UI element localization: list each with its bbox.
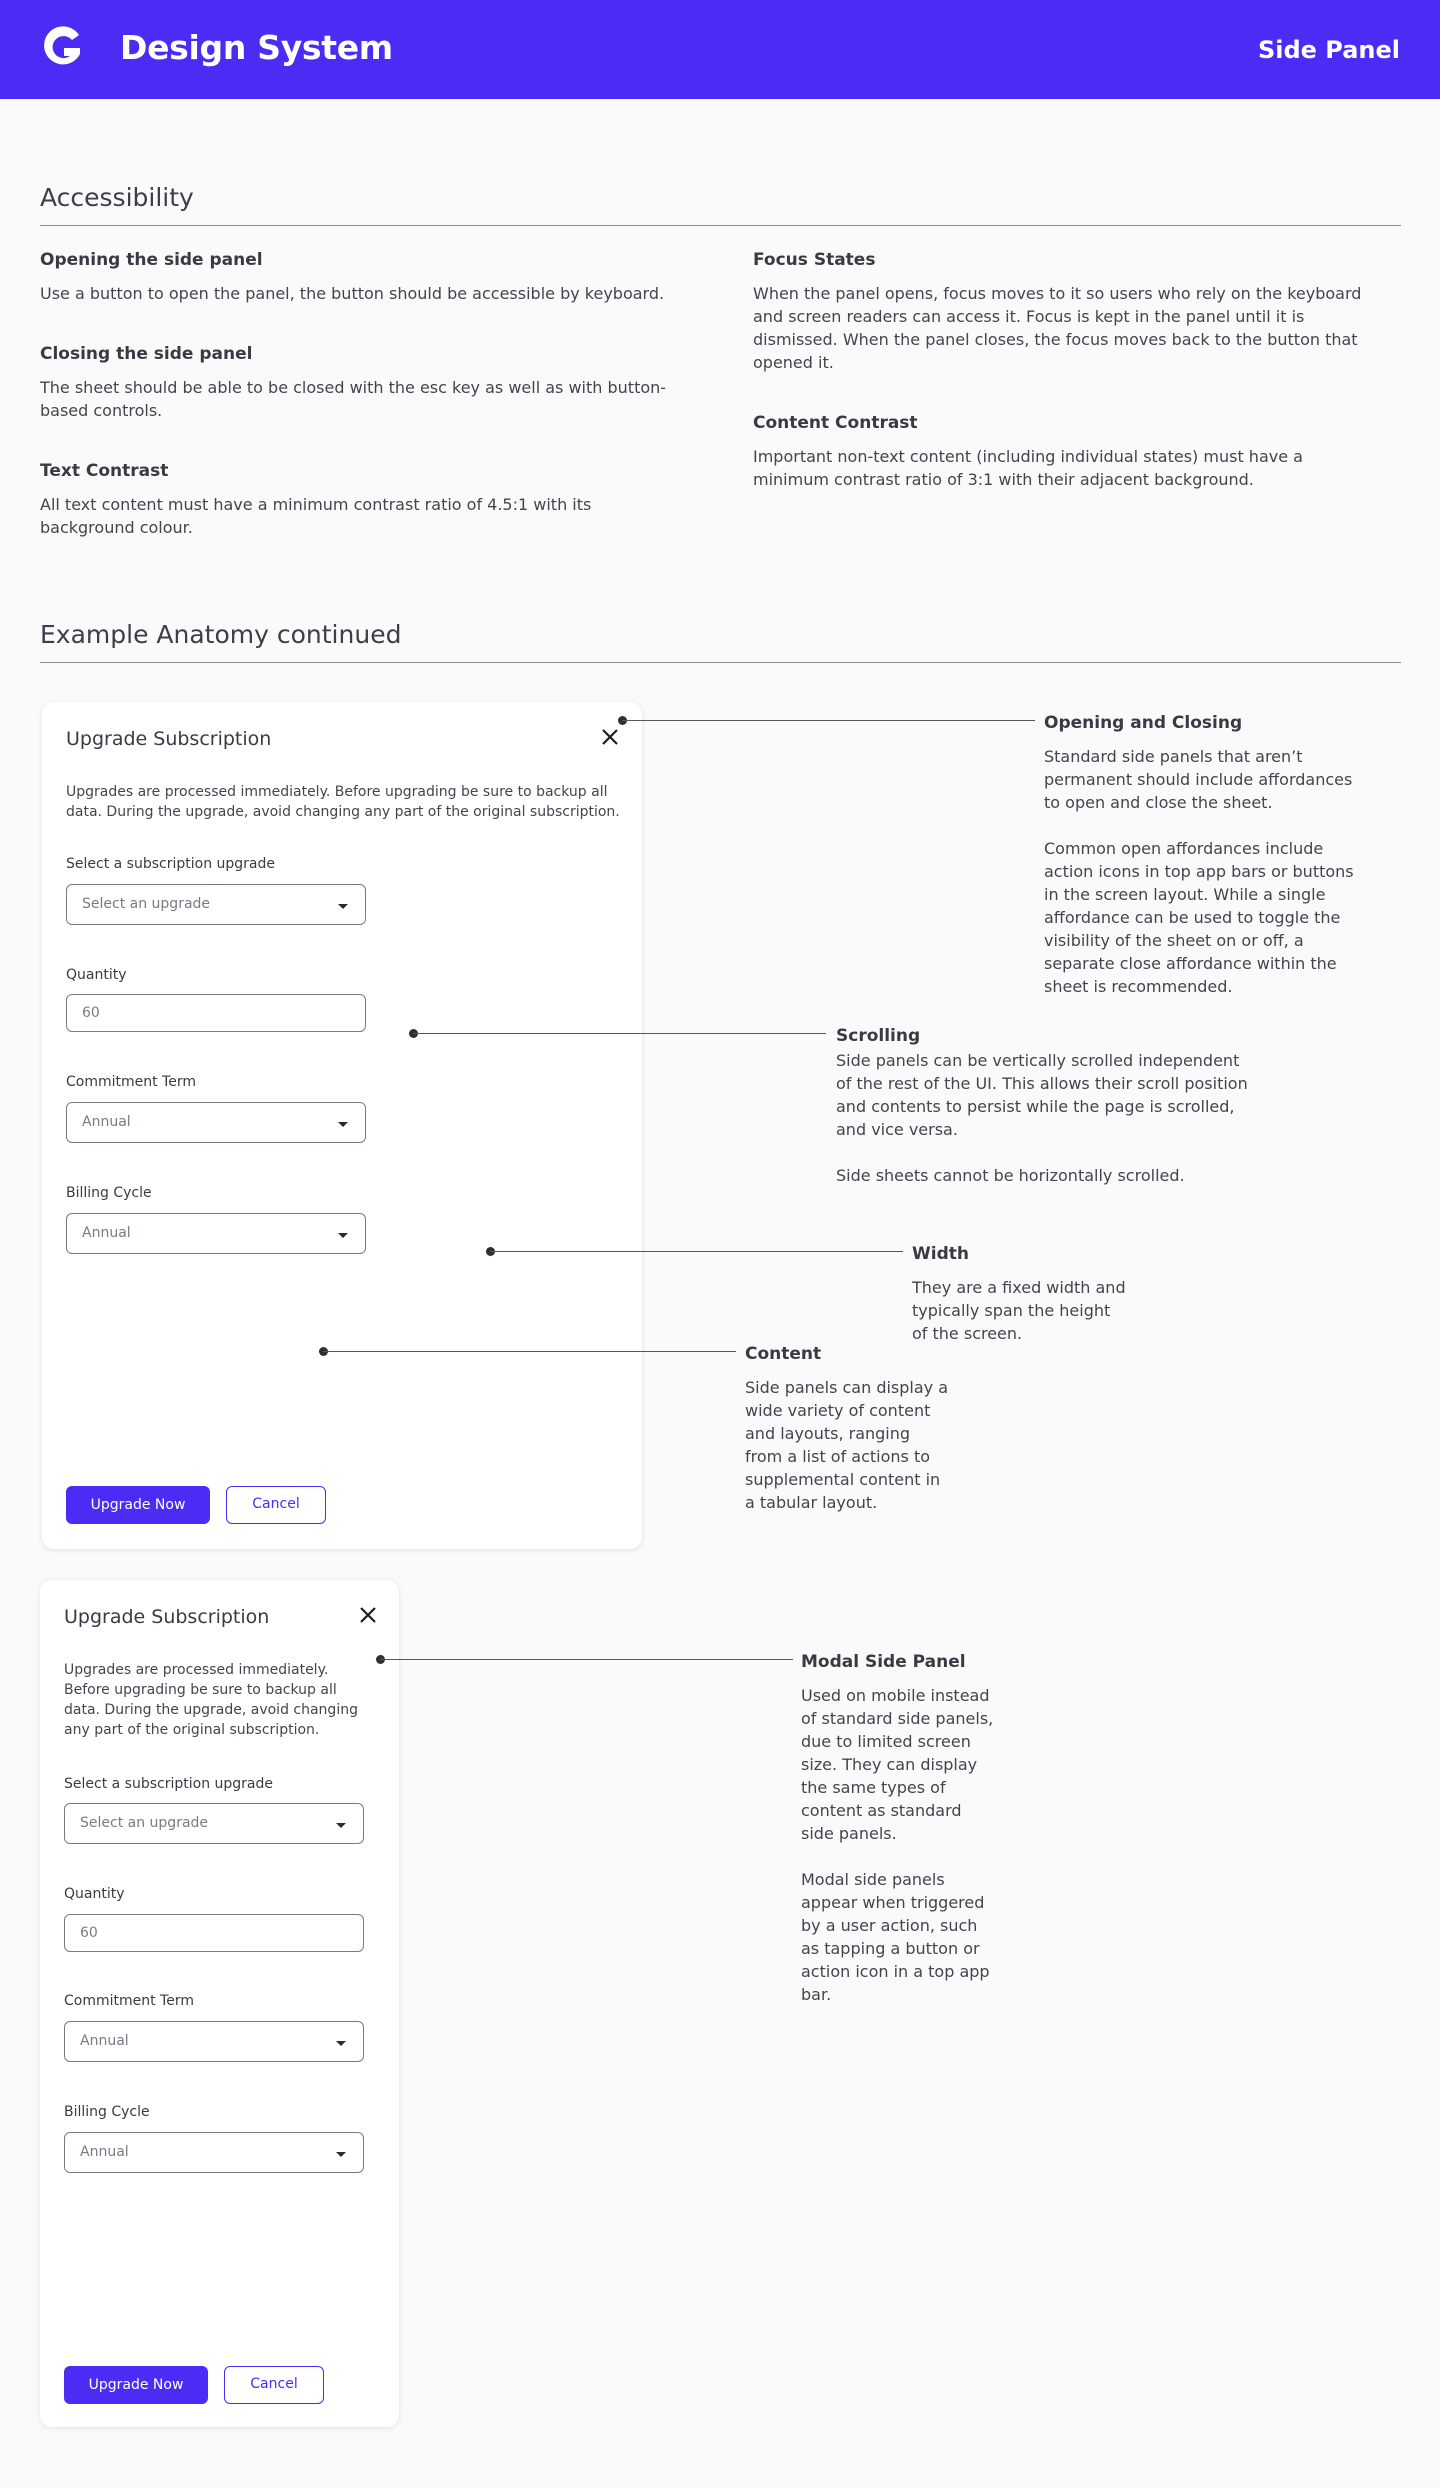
- section-divider: [40, 225, 1401, 226]
- annotation-body-width: They are a fixed width and typically spa…: [912, 1278, 1126, 1343]
- upgrade-select-value: Select an upgrade: [82, 896, 211, 912]
- acc-body-closing: The sheet should be able to be closed wi…: [40, 378, 667, 420]
- annotation-line: [323, 1351, 736, 1352]
- panel-intro-text: Upgrades are processed immediately. Befo…: [64, 1662, 358, 1738]
- panel-title: Upgrade Subscription: [66, 728, 272, 750]
- field-label-commitment-term: Commitment Term: [64, 1993, 194, 2009]
- brand-title[interactable]: Design System: [120, 28, 393, 67]
- billing-cycle-select[interactable]: Annual: [66, 1213, 366, 1254]
- upgrade-select[interactable]: Select an upgrade: [64, 1803, 364, 1844]
- panel-title: Upgrade Subscription: [64, 1606, 270, 1628]
- acc-heading-content-contrast: Content Contrast: [753, 413, 918, 433]
- panel-intro-text: Upgrades are processed immediately. Befo…: [66, 784, 620, 820]
- field-label-quantity: Quantity: [64, 1886, 125, 1902]
- side-panel-standard: Upgrade Subscription Upgrades are proces…: [42, 702, 642, 1549]
- acc-heading-focus-states: Focus States: [753, 250, 876, 270]
- commitment-term-select[interactable]: Annual: [66, 1102, 366, 1143]
- caret-down-icon: [338, 1122, 348, 1127]
- g-logo-icon[interactable]: [39, 26, 83, 72]
- annotation-heading-modal-side-panel: Modal Side Panel: [801, 1652, 966, 1672]
- field-label-upgrade: Select a subscription upgrade: [66, 856, 275, 872]
- caret-down-icon: [336, 1823, 346, 1828]
- field-label-quantity: Quantity: [66, 967, 127, 983]
- commitment-term-value: Annual: [82, 1114, 131, 1130]
- annotation-heading-width: Width: [912, 1244, 969, 1264]
- page-title: Side Panel: [1257, 36, 1400, 64]
- upgrade-now-button[interactable]: Upgrade Now: [66, 1486, 210, 1524]
- quantity-value: 60: [80, 1925, 98, 1941]
- field-label-billing-cycle: Billing Cycle: [66, 1185, 152, 1201]
- anatomy-title: Example Anatomy continued: [40, 620, 402, 649]
- acc-heading-closing: Closing the side panel: [40, 344, 253, 364]
- acc-heading-opening: Opening the side panel: [40, 250, 263, 270]
- section-divider: [40, 662, 1401, 663]
- annotation-heading-scrolling: Scrolling: [836, 1026, 921, 1046]
- cancel-button[interactable]: Cancel: [226, 1486, 326, 1524]
- side-panel-modal: Upgrade Subscription Upgrades are proces…: [40, 1580, 399, 2427]
- acc-body-opening: Use a button to open the panel, the butt…: [40, 284, 665, 303]
- commitment-term-select[interactable]: Annual: [64, 2021, 364, 2062]
- close-icon[interactable]: [599, 726, 621, 748]
- caret-down-icon: [338, 1233, 348, 1238]
- annotation-heading-content: Content: [745, 1344, 822, 1364]
- acc-body-content-contrast: Important non-text content (including in…: [753, 447, 1303, 489]
- annotation-line: [413, 1033, 826, 1034]
- billing-cycle-value: Annual: [80, 2144, 129, 2160]
- annotation-heading-opening-closing: Opening and Closing: [1044, 713, 1243, 733]
- quantity-input[interactable]: 60: [64, 1914, 364, 1952]
- annotation-body-scrolling: Side panels can be vertically scrolled i…: [836, 1051, 1248, 1185]
- annotation-body-modal-side-panel: Used on mobile instead of standard side …: [801, 1686, 994, 2004]
- field-label-upgrade: Select a subscription upgrade: [64, 1776, 273, 1792]
- quantity-input[interactable]: 60: [66, 994, 366, 1032]
- billing-cycle-value: Annual: [82, 1225, 131, 1241]
- accessibility-title: Accessibility: [40, 183, 194, 212]
- top-header: Design System Side Panel: [0, 0, 1440, 99]
- annotation-line: [622, 720, 1035, 721]
- upgrade-select-value: Select an upgrade: [80, 1815, 209, 1831]
- field-label-commitment-term: Commitment Term: [66, 1074, 196, 1090]
- close-icon[interactable]: [357, 1604, 379, 1626]
- upgrade-now-button[interactable]: Upgrade Now: [64, 2366, 208, 2404]
- commitment-term-value: Annual: [80, 2033, 129, 2049]
- field-label-billing-cycle: Billing Cycle: [64, 2104, 150, 2120]
- cancel-button[interactable]: Cancel: [224, 2366, 324, 2404]
- caret-down-icon: [336, 2041, 346, 2046]
- annotation-line: [490, 1251, 903, 1252]
- annotation-body-content: Side panels can display a wide variety o…: [745, 1378, 949, 1512]
- quantity-value: 60: [82, 1005, 100, 1021]
- annotation-body-opening-closing: Standard side panels that aren’t permane…: [1044, 747, 1354, 996]
- acc-body-focus-states: When the panel opens, focus moves to it …: [753, 284, 1362, 372]
- caret-down-icon: [336, 2152, 346, 2157]
- billing-cycle-select[interactable]: Annual: [64, 2132, 364, 2173]
- caret-down-icon: [338, 904, 348, 909]
- acc-heading-text-contrast: Text Contrast: [40, 461, 169, 481]
- upgrade-select[interactable]: Select an upgrade: [66, 884, 366, 925]
- annotation-line: [380, 1659, 793, 1660]
- acc-body-text-contrast: All text content must have a minimum con…: [40, 495, 592, 537]
